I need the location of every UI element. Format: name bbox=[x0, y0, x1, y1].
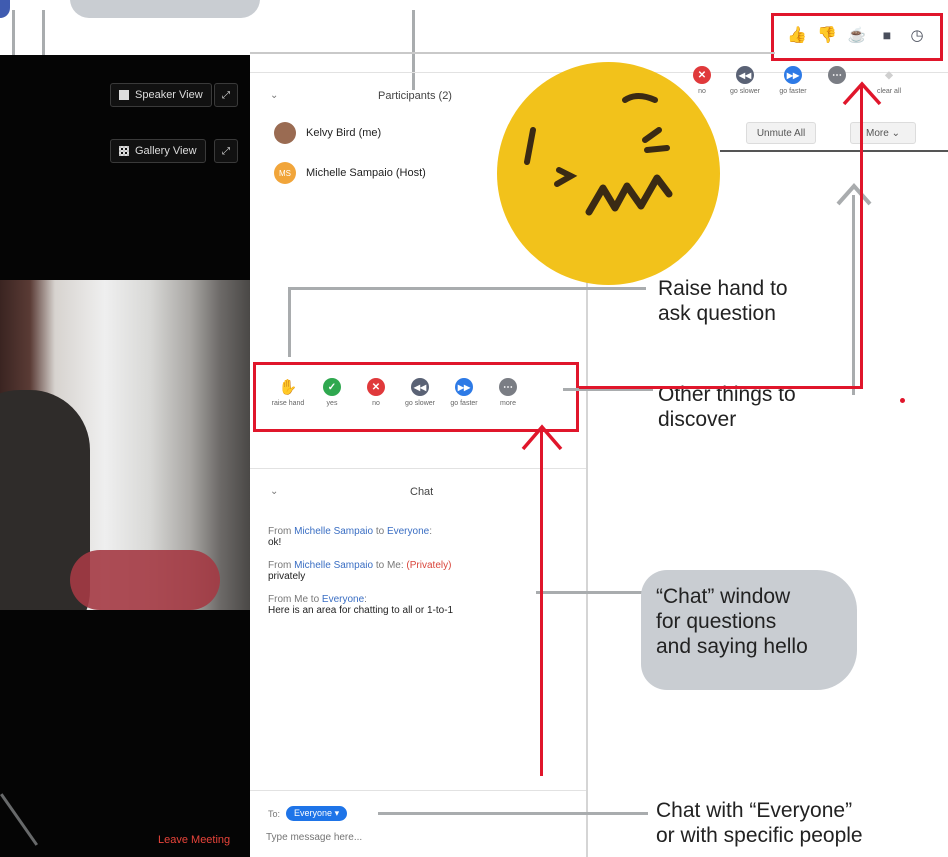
sender-name: Me bbox=[294, 594, 309, 605]
red-up-arrow-shaft bbox=[540, 428, 543, 776]
second-go-faster-button[interactable]: ▶▶ go faster bbox=[774, 66, 812, 95]
to-prefix: to bbox=[373, 560, 387, 571]
participants-title: Participants (2) bbox=[378, 90, 452, 102]
recipient-name[interactable]: Everyone bbox=[387, 526, 429, 537]
recipient-name[interactable]: Everyone bbox=[322, 594, 364, 605]
to-prefix: to bbox=[373, 526, 387, 537]
gallery-view-label: Gallery View bbox=[135, 145, 197, 157]
participant-item-0[interactable]: Kelvy Bird (me) bbox=[274, 122, 381, 144]
annotation-line: ask question bbox=[658, 302, 776, 325]
participants-pointer-line bbox=[412, 10, 415, 90]
annotation-line: Chat with “Everyone” bbox=[656, 799, 853, 822]
annotation-line: for questions bbox=[656, 610, 777, 633]
participant-video bbox=[0, 280, 250, 610]
participant-sweater bbox=[70, 550, 220, 610]
annotation-line: Raise hand to bbox=[658, 277, 788, 300]
fast-forward-icon: ▶▶ bbox=[784, 66, 802, 84]
top-callout-bubble bbox=[70, 0, 260, 18]
rewind-icon: ◀◀ bbox=[736, 66, 754, 84]
speaker-view-button[interactable]: Speaker View bbox=[110, 83, 212, 107]
private-tag: (Privately) bbox=[406, 560, 452, 571]
gallery-view-icon bbox=[119, 146, 129, 156]
avatar bbox=[274, 122, 296, 144]
sender-name[interactable]: Michelle Sampaio bbox=[294, 560, 373, 571]
speaker-expand-button[interactable]: ⤢ bbox=[214, 83, 238, 107]
chat-message-text: ok! bbox=[268, 537, 282, 548]
chat-everyone-annotation: Chat with “Everyone” or with specific pe… bbox=[656, 798, 863, 848]
expand-icon: ⤢ bbox=[222, 145, 230, 157]
recipient-name: Me bbox=[386, 560, 401, 571]
red-connector-v bbox=[860, 84, 863, 389]
chat-recipient-row: To: Everyone ▾ bbox=[268, 806, 348, 821]
expand-icon: ⤢ bbox=[222, 89, 230, 101]
recipient-dropdown[interactable]: Everyone ▾ bbox=[286, 806, 348, 821]
from-prefix: From bbox=[268, 526, 295, 537]
leave-meeting-button[interactable]: Leave Meeting bbox=[158, 834, 230, 846]
annotation-line: discover bbox=[658, 408, 737, 431]
from-prefix: From bbox=[268, 560, 295, 571]
participant-name: Kelvy Bird (me) bbox=[306, 127, 382, 139]
second-panel-border bbox=[720, 150, 948, 152]
clock-icon[interactable]: ◷ bbox=[908, 26, 926, 44]
frustrated-emoji bbox=[497, 62, 720, 285]
chat-top-border bbox=[250, 468, 586, 469]
from-prefix: From bbox=[268, 594, 295, 605]
red-connector-h bbox=[579, 386, 863, 389]
chat-message-text: privately bbox=[268, 571, 306, 582]
coffee-icon[interactable]: ☕ bbox=[848, 26, 867, 44]
emoji-face-icon bbox=[524, 93, 673, 216]
reaction-label: go slower bbox=[730, 88, 760, 95]
chat-header: From Me to Everyone: bbox=[268, 594, 367, 605]
chat-input-border bbox=[250, 790, 586, 791]
grey-arrow-shaft bbox=[852, 195, 855, 395]
grey-arrow-head-icon bbox=[834, 180, 874, 210]
speaker-view-label: Speaker View bbox=[135, 89, 203, 101]
reactions-toolbar: 👍 👎 ☕ ■ ◷ bbox=[787, 26, 926, 44]
raise-hand-pointer-v bbox=[288, 287, 291, 357]
red-dot bbox=[900, 398, 905, 403]
reaction-label: go faster bbox=[779, 88, 807, 95]
chat-header: From Michelle Sampaio to Me: (Privately) bbox=[268, 560, 452, 571]
participant-item-1[interactable]: MS Michelle Sampaio (Host) bbox=[274, 162, 426, 184]
other-things-annotation: Other things to discover bbox=[658, 382, 796, 432]
avatar: MS bbox=[274, 162, 296, 184]
participants-collapse-icon[interactable]: ⌄ bbox=[270, 90, 278, 101]
top-guide-line bbox=[250, 52, 775, 54]
to-label: To: bbox=[268, 808, 281, 819]
recipient-value: Everyone bbox=[294, 808, 333, 818]
gallery-view-button[interactable]: Gallery View bbox=[110, 139, 206, 163]
sender-name[interactable]: Michelle Sampaio bbox=[294, 526, 373, 537]
chat-header: From Michelle Sampaio to Everyone: bbox=[268, 526, 432, 537]
chat-window-annotation: “Chat” window for questions and saying h… bbox=[656, 584, 808, 659]
chat-window-pointer-line bbox=[536, 591, 646, 594]
speech-bubble-icon[interactable]: ■ bbox=[878, 26, 896, 44]
second-go-slower-button[interactable]: ◀◀ go slower bbox=[726, 66, 764, 95]
gallery-expand-button[interactable]: ⤢ bbox=[214, 139, 238, 163]
red-arrow-up-icon bbox=[840, 78, 884, 108]
red-arrow-up-icon bbox=[519, 421, 565, 453]
participant-name: Michelle Sampaio (Host) bbox=[306, 167, 426, 179]
annotation-line: and saying hello bbox=[656, 635, 808, 658]
chat-collapse-icon[interactable]: ⌄ bbox=[270, 486, 278, 497]
thumbs-up-icon[interactable]: 👍 bbox=[787, 26, 807, 44]
chat-title: Chat bbox=[410, 486, 434, 498]
speaker-view-icon bbox=[119, 90, 129, 100]
chat-everyone-pointer-line bbox=[378, 812, 648, 815]
video-corner-line bbox=[0, 793, 39, 846]
raise-hand-annotation: Raise hand to ask question bbox=[658, 276, 788, 326]
chat-message-input[interactable] bbox=[266, 826, 566, 848]
annotation-line: “Chat” window bbox=[656, 585, 791, 608]
to-prefix: to bbox=[308, 594, 322, 605]
chat-message-text: Here is an area for chatting to all or 1… bbox=[268, 605, 454, 616]
annotation-line: or with specific people bbox=[656, 824, 863, 847]
raise-hand-pointer-h bbox=[288, 287, 646, 290]
thumbs-down-icon[interactable]: 👎 bbox=[817, 26, 837, 44]
video-panel bbox=[0, 55, 250, 857]
unmute-all-button[interactable]: Unmute All bbox=[746, 122, 816, 144]
chat-messages: From Michelle Sampaio to Everyone: ok! F… bbox=[268, 526, 578, 616]
chevron-down-icon: ▾ bbox=[334, 808, 340, 818]
corner-decoration bbox=[0, 0, 10, 18]
